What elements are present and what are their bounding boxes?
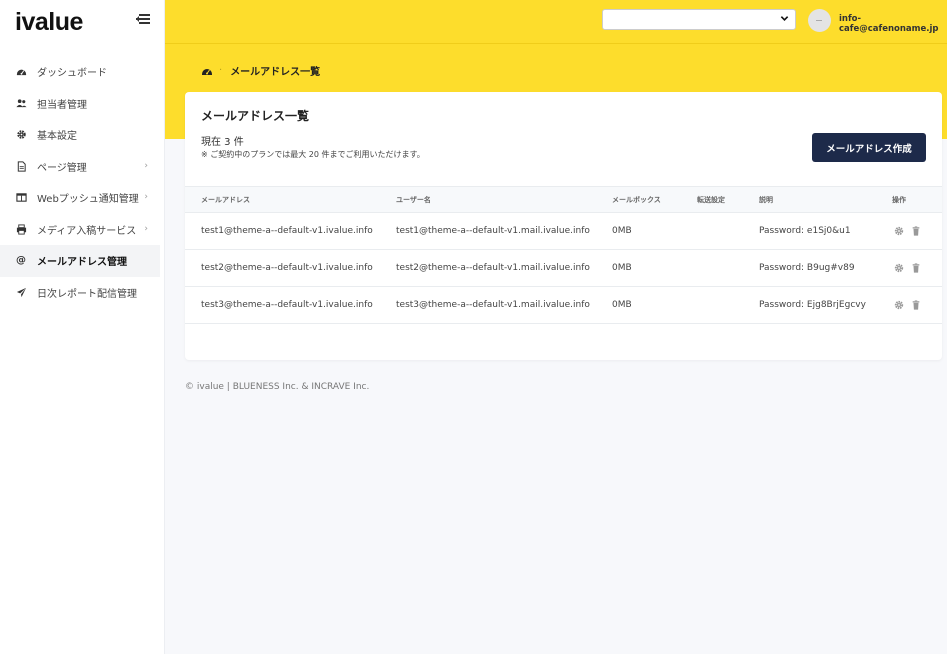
breadcrumb: · メールアドレス一覧 (201, 63, 320, 78)
page-title: メールアドレス一覧 (201, 109, 310, 123)
sidebar-item-label: Webプッシュ通知管理 (37, 194, 139, 206)
printer-icon (15, 223, 27, 235)
window-icon (15, 192, 27, 204)
create-email-button[interactable]: メールアドレス作成 (812, 133, 926, 162)
description-cell: Password: e1Sj0&u1 (759, 226, 851, 236)
sidebar-item-label: メディア入稿サービス (37, 225, 137, 237)
email-table: メールアドレス ユーザー名 メールボックス 転送設定 説明 操作 test1@t… (185, 186, 942, 324)
app-logo[interactable]: ivalue (15, 8, 83, 37)
user-email[interactable]: info-cafe@cafenoname.jp (839, 14, 947, 34)
column-header-actions: 操作 (892, 196, 906, 204)
column-header-username: ユーザー名 (396, 196, 431, 204)
file-icon (15, 160, 27, 172)
dashboard-icon (15, 66, 27, 78)
description-cell: Password: B9ug#v89 (759, 263, 855, 273)
sidebar-item-daily-report[interactable]: 日次レポート配信管理 (0, 277, 160, 309)
paper-plane-icon (15, 286, 27, 298)
email-cell: test1@theme-a--default-v1.ivalue.info (201, 226, 373, 236)
sidebar-item-users[interactable]: 担当者管理 (0, 88, 160, 120)
header-divider (165, 43, 947, 44)
sidebar-item-dashboard[interactable]: ダッシュボード (0, 56, 160, 88)
site-select[interactable] (602, 9, 796, 30)
mailbox-cell: 0MB (612, 263, 632, 273)
table-row: test1@theme-a--default-v1.ivalue.info te… (185, 213, 942, 250)
record-count: 現在 3 件 (201, 137, 244, 148)
sidebar-item-label: 担当者管理 (37, 99, 87, 111)
chevron-right-icon: › (144, 192, 148, 202)
trash-icon[interactable] (911, 263, 921, 273)
mailbox-cell: 0MB (612, 300, 632, 310)
column-header-email: メールアドレス (201, 196, 250, 204)
trash-icon[interactable] (911, 300, 921, 310)
sidebar-item-label: ダッシュボード (37, 68, 107, 80)
sidebar: ivalue ダッシュボード 担当者管理 基本設定 ページ管理 › Webプッシ… (0, 0, 165, 654)
gear-icon[interactable] (894, 263, 904, 273)
sidebar-nav: ダッシュボード 担当者管理 基本設定 ページ管理 › Webプッシュ通知管理 ›… (0, 56, 160, 308)
chevron-right-icon: › (144, 223, 148, 234)
row-actions (894, 300, 921, 310)
username-cell: test2@theme-a--default-v1.mail.ivalue.in… (396, 263, 590, 273)
menu-toggle-icon[interactable] (136, 13, 150, 25)
sidebar-item-web-push[interactable]: Webプッシュ通知管理 › (0, 182, 160, 214)
row-actions (894, 263, 921, 273)
sidebar-item-settings[interactable]: 基本設定 (0, 119, 160, 151)
table-row: test2@theme-a--default-v1.ivalue.info te… (185, 250, 942, 287)
chevron-down-icon (780, 14, 789, 26)
column-header-forward: 転送設定 (697, 196, 725, 204)
sidebar-item-label: メールアドレス管理 (37, 257, 127, 269)
dashboard-icon[interactable] (201, 65, 213, 77)
username-cell: test1@theme-a--default-v1.mail.ivalue.in… (396, 226, 590, 236)
sidebar-item-label: 日次レポート配信管理 (37, 288, 137, 300)
gear-icon (15, 129, 27, 141)
users-icon (15, 97, 27, 109)
plan-limit-note: ※ ご契約中のプランでは最大 20 件までご利用いただけます。 (201, 150, 425, 159)
mailbox-cell: 0MB (612, 226, 632, 236)
sidebar-item-media[interactable]: メディア入稿サービス › (0, 214, 160, 246)
column-header-description: 説明 (759, 196, 773, 204)
username-cell: test3@theme-a--default-v1.mail.ivalue.in… (396, 300, 590, 310)
table-row: test3@theme-a--default-v1.ivalue.info te… (185, 287, 942, 324)
email-cell: test3@theme-a--default-v1.ivalue.info (201, 300, 373, 310)
footer-copyright: © ivalue | BLUENESS Inc. & INCRAVE Inc. (185, 382, 370, 392)
description-cell: Password: Ejg8BrjEgcvy (759, 300, 866, 310)
sidebar-item-label: 基本設定 (37, 131, 77, 143)
sidebar-item-pages[interactable]: ページ管理 › (0, 151, 160, 183)
sidebar-item-email[interactable]: @ メールアドレス管理 (0, 245, 160, 277)
at-icon: @ (16, 255, 26, 267)
table-header: メールアドレス ユーザー名 メールボックス 転送設定 説明 操作 (185, 186, 942, 213)
avatar[interactable] (808, 9, 831, 32)
chevron-right-icon: › (144, 160, 148, 171)
sidebar-item-label: ページ管理 (37, 162, 87, 174)
row-actions (894, 226, 921, 236)
breadcrumb-current: メールアドレス一覧 (230, 67, 321, 78)
email-cell: test2@theme-a--default-v1.ivalue.info (201, 263, 373, 273)
gear-icon[interactable] (894, 300, 904, 310)
gear-icon[interactable] (894, 226, 904, 236)
breadcrumb-separator: · (219, 65, 223, 76)
email-list-card: メールアドレス一覧 現在 3 件 ※ ご契約中のプランでは最大 20 件までご利… (185, 92, 942, 360)
trash-icon[interactable] (911, 226, 921, 236)
column-header-mailbox: メールボックス (612, 196, 661, 204)
